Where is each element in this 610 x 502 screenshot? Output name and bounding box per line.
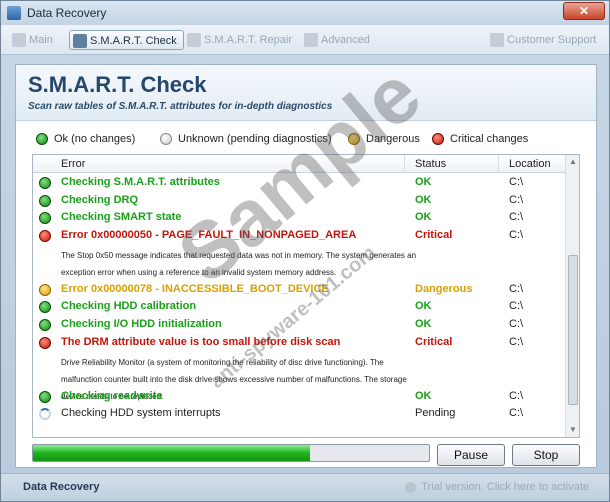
row-error-text: Checking I/O HDD initialization xyxy=(61,317,222,330)
table-row[interactable]: Checking readwrite OK C:\ xyxy=(33,388,567,406)
column-header-status[interactable]: Status xyxy=(405,155,499,173)
row-status-text: OK xyxy=(415,317,432,330)
check-icon xyxy=(73,34,87,48)
table-body: Checking S.M.A.R.T. attributes OK C:\ Check… xyxy=(33,174,567,423)
critical-status-icon xyxy=(39,229,51,242)
row-status-text: OK xyxy=(415,176,432,188)
row-location-text: C:\ xyxy=(509,193,524,206)
scan-progress-fill xyxy=(33,445,311,461)
table-row[interactable]: Checking DRQ OK C:\ xyxy=(33,192,567,210)
row-error-text: Error 0x00000050 - PAGE_FAULT_IN_NONPAGE… xyxy=(61,228,357,241)
table-row[interactable]: Error 0x00000078 - INACCESSIBLE_BOOT_DEV… xyxy=(33,281,567,299)
app-icon xyxy=(7,6,21,20)
scan-progress-bar xyxy=(32,444,430,462)
repair-icon xyxy=(187,33,201,47)
row-error-text: Error 0x00000078 - INACCESSIBLE_BOOT_DEV… xyxy=(61,282,329,295)
dangerous-status-icon xyxy=(348,133,360,145)
scrollbar-thumb[interactable] xyxy=(568,255,578,405)
row-location-text: C:\ xyxy=(509,317,524,330)
table-row[interactable]: Checking HDD system interrupts Pending C:\ xyxy=(33,405,567,423)
ok-status-icon xyxy=(39,390,51,403)
row-status-text: Pending xyxy=(415,407,456,420)
status-bar: Data Recovery Trial version. Click here … xyxy=(1,473,609,501)
main-panel: S.M.A.R.T. Check Scan raw tables of S.M.… xyxy=(15,64,597,468)
tab-smart-check[interactable]: S.M.A.R.T. Check xyxy=(69,30,184,50)
table-row[interactable]: Checking S.M.A.R.T. attributes OK C:\ xyxy=(33,174,567,192)
status-legend: Ok (no changes) Unknown (pending diagnos… xyxy=(22,127,590,151)
support-icon xyxy=(490,33,504,47)
results-table: Error Status Location Checking S.M.A.R.T… xyxy=(32,154,580,438)
page-header: S.M.A.R.T. Check Scan raw tables of S.M.… xyxy=(16,65,596,121)
toolbar: Main S.M.A.R.T. Check S.M.A.R.T. Repair … xyxy=(1,25,609,55)
ok-status-icon xyxy=(36,133,48,145)
close-button[interactable]: ✕ xyxy=(563,2,605,20)
row-location-text: C:\ xyxy=(509,300,524,313)
critical-status-icon xyxy=(432,133,444,145)
legend-critical: Critical changes xyxy=(432,131,528,147)
unknown-status-icon xyxy=(160,133,172,145)
ok-status-icon xyxy=(39,301,51,314)
row-error-text: Checking DRQ xyxy=(61,193,139,206)
row-location-text: C:\ xyxy=(509,389,524,402)
table-row[interactable]: The DRM attribute value is too small bef… xyxy=(33,334,567,401)
table-row[interactable]: Checking SMART state OK C:\ xyxy=(33,209,567,227)
row-location-text: C:\ xyxy=(509,176,524,188)
row-error-text: Checking S.M.A.R.T. attributes xyxy=(61,176,220,188)
row-status-text: Critical xyxy=(415,335,453,348)
row-status-text: OK xyxy=(415,300,432,313)
row-description: The Stop 0x50 message indicates that req… xyxy=(61,250,417,277)
page-title: S.M.A.R.T. Check xyxy=(28,72,207,97)
row-error-text: Checking SMART state xyxy=(61,211,182,224)
danger-status-icon xyxy=(39,283,51,296)
row-error-text: Checking HDD calibration xyxy=(61,300,197,313)
row-location-text: C:\ xyxy=(509,282,524,295)
tab-main[interactable]: Main xyxy=(9,30,53,50)
table-row[interactable]: Checking HDD calibration OK C:\ xyxy=(33,298,567,316)
row-error-text: The DRM attribute value is too small bef… xyxy=(61,335,341,348)
row-status-text: OK xyxy=(415,211,432,224)
critical-status-icon xyxy=(39,336,51,349)
legend-unknown: Unknown (pending diagnostics) xyxy=(160,131,331,147)
table-scrollbar[interactable]: ▲ ▼ xyxy=(565,155,579,437)
scroll-down-icon[interactable]: ▼ xyxy=(567,423,579,437)
scroll-up-icon[interactable]: ▲ xyxy=(567,155,579,169)
ok-status-icon xyxy=(39,177,51,189)
row-error-text: Checking readwrite xyxy=(61,389,163,402)
advanced-icon xyxy=(304,33,318,47)
pause-button[interactable]: Pause xyxy=(437,444,505,466)
ok-status-icon xyxy=(39,194,51,207)
tab-advanced[interactable]: Advanced xyxy=(301,30,370,50)
row-status-text: OK xyxy=(415,193,432,206)
table-row[interactable]: Checking I/O HDD initialization OK C:\ xyxy=(33,316,567,334)
table-row[interactable]: Error 0x00000050 - PAGE_FAULT_IN_NONPAGE… xyxy=(33,227,567,281)
main-icon xyxy=(12,33,26,47)
pending-spinner-icon xyxy=(39,408,51,421)
tab-customer-support[interactable]: Customer Support xyxy=(487,30,596,50)
tab-smart-repair[interactable]: S.M.A.R.T. Repair xyxy=(184,30,292,50)
column-header-error[interactable]: Error xyxy=(33,155,405,173)
legend-ok: Ok (no changes) xyxy=(36,131,135,147)
column-header-location[interactable]: Location xyxy=(499,155,567,173)
row-location-text: C:\ xyxy=(509,407,524,420)
app-window: Data Recovery ✕ Main S.M.A.R.T. Check S.… xyxy=(0,0,610,502)
ok-status-icon xyxy=(39,212,51,225)
row-location-text: C:\ xyxy=(509,211,524,224)
row-error-text: Checking HDD system interrupts xyxy=(61,407,221,420)
stop-button[interactable]: Stop xyxy=(512,444,580,466)
row-status-text: Critical xyxy=(415,228,453,241)
row-location-text: C:\ xyxy=(509,228,524,241)
title-bar: Data Recovery ✕ xyxy=(1,1,609,25)
page-subtitle: Scan raw tables of S.M.A.R.T. attributes… xyxy=(28,101,333,112)
legend-dangerous: Dangerous xyxy=(348,131,420,147)
row-status-text: Dangerous xyxy=(415,282,473,295)
row-location-text: C:\ xyxy=(509,335,524,348)
ok-status-icon xyxy=(39,318,51,331)
activate-link[interactable]: Trial version. Click here to activate xyxy=(405,481,589,493)
status-app-name: Data Recovery xyxy=(23,481,100,493)
row-status-text: OK xyxy=(415,389,432,402)
activate-icon xyxy=(405,482,417,493)
window-title: Data Recovery xyxy=(27,6,107,20)
